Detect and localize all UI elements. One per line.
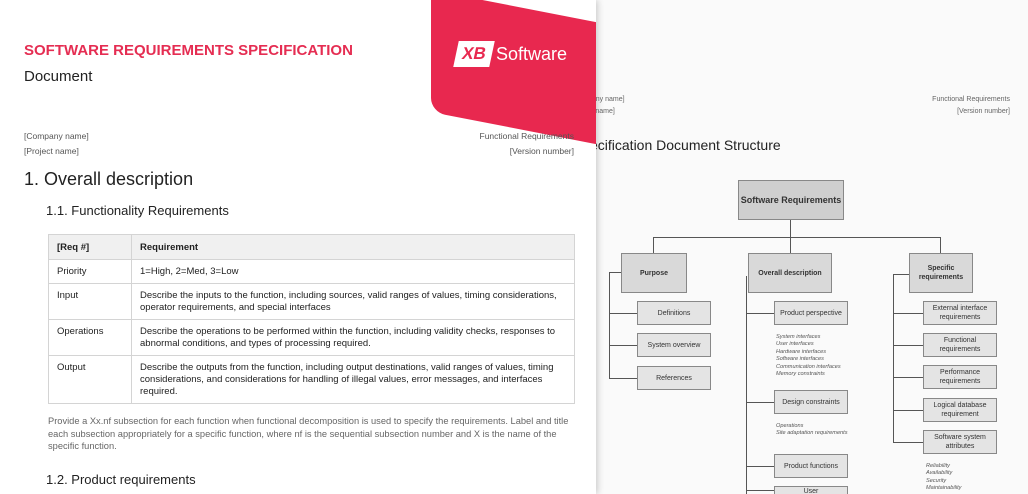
constraint-notes: Operations Site adaptation requirements	[776, 423, 848, 437]
back-page: pany name] ct name] Functional Requireme…	[572, 0, 1028, 494]
section-title: 1. Overall description	[24, 169, 194, 189]
table-row: Output Describe the outputs from the fun…	[48, 355, 575, 404]
node-specific-requirements: Specific requirements	[909, 253, 973, 293]
table-row: Input Describe the inputs to the functio…	[48, 283, 575, 320]
attribute-notes: Reliability Availability Security Mainta…	[926, 463, 962, 492]
table-header-row: [Req #] Requirement	[48, 234, 575, 260]
node-system-overview: System overview	[637, 333, 711, 357]
version-number: [Version number]	[957, 108, 1010, 115]
node-user: User	[774, 486, 848, 494]
node-design-constraints: Design constraints	[774, 390, 848, 414]
table-cell-value: 1=High, 2=Med, 3=Low	[131, 259, 575, 284]
node-functional-requirements: Functional requirements	[923, 333, 997, 357]
front-header-left: [Company name] [Project name]	[24, 129, 89, 159]
table-cell-value: Describe the outputs from the function, …	[131, 355, 575, 404]
doc-type: Functional Requirements	[932, 96, 1010, 103]
table-cell-key: Output	[48, 355, 132, 404]
node-product-perspective: Product perspective	[774, 301, 848, 325]
node-overall-description: Overall description	[748, 253, 832, 293]
brand-logo: XB Software	[453, 41, 568, 67]
company-name: [Company name]	[24, 131, 89, 141]
table-cell-value: Describe the inputs to the function, inc…	[131, 283, 575, 320]
version-number: [Version number]	[509, 146, 574, 156]
diagram-root-node: Software Requirements	[738, 180, 844, 220]
node-product-functions: Product functions	[774, 454, 848, 478]
spec-title: SOFTWARE REQUIREMENTS SPECIFICATION	[24, 42, 353, 59]
node-external-interface: External interface requirements	[923, 301, 997, 325]
node-purpose: Purpose	[621, 253, 687, 293]
doc-label: Document	[24, 68, 93, 85]
node-definitions: Definitions	[637, 301, 711, 325]
table-row: Priority 1=High, 2=Med, 3=Low	[48, 259, 575, 284]
table-header-cell: [Req #]	[48, 234, 132, 260]
table-cell-key: Operations	[48, 319, 132, 356]
doc-type: Functional Requirements	[479, 131, 575, 141]
project-name: [Project name]	[24, 146, 79, 156]
node-logical-database: Logical database requirement	[923, 398, 997, 422]
brand-banner	[431, 0, 596, 149]
subsection-title-1: 1.1. Functionality Requirements	[46, 203, 229, 218]
front-page: SOFTWARE REQUIREMENTS SPECIFICATION Docu…	[0, 0, 596, 494]
logo-mark: XB	[453, 41, 495, 67]
guidance-paragraph: Provide a Xx.nf subsection for each func…	[48, 416, 569, 451]
back-header-right: Functional Requirements [Version number]	[932, 94, 1010, 118]
perspective-notes: System interfaces User interfaces Hardwa…	[776, 334, 841, 378]
node-system-attributes: Software system attributes	[923, 430, 997, 454]
table-cell-value: Describe the operations to be performed …	[131, 319, 575, 356]
requirements-table: [Req #] Requirement Priority 1=High, 2=M…	[48, 234, 575, 404]
subsection-title-2: 1.2. Product requirements	[46, 472, 196, 487]
logo-text: Software	[496, 43, 568, 64]
node-performance-requirements: Performance requirements	[923, 365, 997, 389]
front-header-right: Functional Requirements [Version number]	[480, 129, 575, 159]
table-header-cell: Requirement	[131, 234, 575, 260]
node-references: References	[637, 366, 711, 390]
table-row: Operations Describe the operations to be…	[48, 319, 575, 356]
structure-title: ecification Document Structure	[590, 137, 781, 153]
table-cell-key: Input	[48, 283, 132, 320]
table-cell-key: Priority	[48, 259, 132, 284]
